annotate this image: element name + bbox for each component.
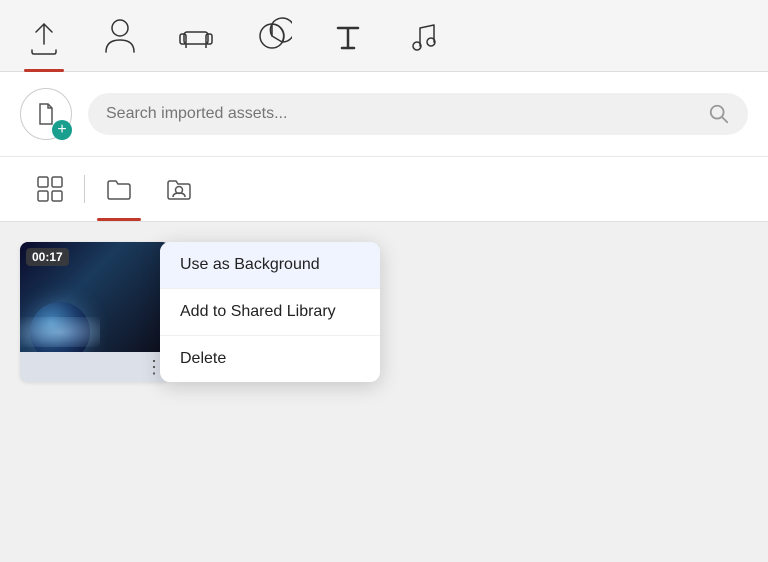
tab-grid[interactable] bbox=[20, 169, 80, 209]
video-card-footer: ⋮ bbox=[20, 352, 170, 382]
use-as-background-item[interactable]: Use as Background bbox=[160, 242, 380, 289]
person-icon[interactable] bbox=[100, 14, 140, 58]
tab-folder[interactable] bbox=[89, 169, 149, 209]
chart-icon[interactable] bbox=[252, 14, 292, 58]
grid-icon bbox=[36, 175, 64, 203]
timestamp-badge: 00:17 bbox=[26, 248, 69, 266]
tab-divider bbox=[84, 175, 85, 203]
tab-person-folder[interactable] bbox=[149, 169, 209, 209]
upload-icon[interactable] bbox=[24, 14, 64, 58]
music-icon[interactable] bbox=[404, 14, 444, 58]
search-section: + bbox=[0, 72, 768, 157]
content-area: 00:17 ⋮ Use as Background Add to Shared … bbox=[0, 222, 768, 562]
person-folder-icon bbox=[165, 175, 193, 203]
search-input[interactable] bbox=[106, 105, 700, 123]
plus-badge: + bbox=[52, 120, 72, 140]
add-to-shared-library-item[interactable]: Add to Shared Library bbox=[160, 289, 380, 336]
text-icon[interactable] bbox=[328, 14, 368, 58]
add-asset-button[interactable]: + bbox=[20, 88, 72, 140]
furniture-icon[interactable] bbox=[176, 14, 216, 58]
video-card: 00:17 ⋮ bbox=[20, 242, 170, 382]
toolbar bbox=[0, 0, 768, 72]
search-bar bbox=[88, 93, 748, 135]
delete-item[interactable]: Delete bbox=[160, 336, 380, 382]
search-icon bbox=[708, 103, 730, 125]
folder-icon bbox=[105, 175, 133, 203]
tab-bar bbox=[0, 157, 768, 222]
video-thumbnail: 00:17 bbox=[20, 242, 170, 352]
glow-effect bbox=[20, 317, 100, 347]
context-menu: Use as Background Add to Shared Library … bbox=[160, 242, 380, 382]
